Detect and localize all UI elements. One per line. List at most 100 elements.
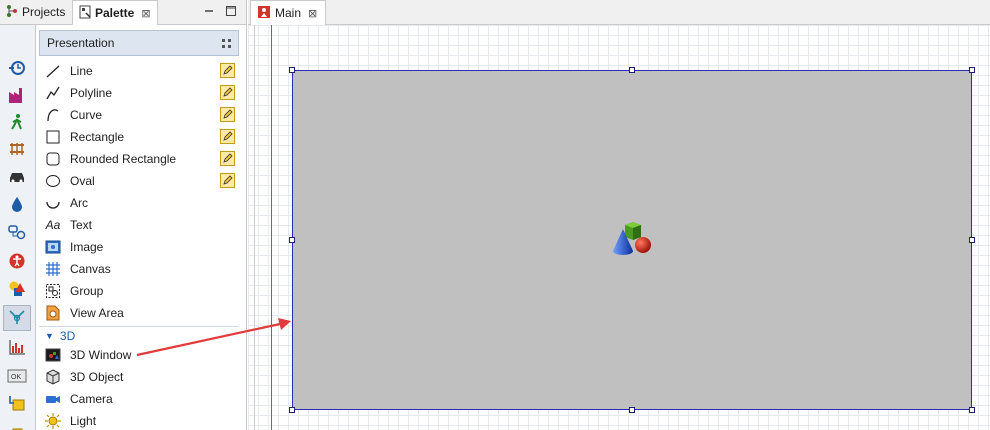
tab-projects[interactable]: Projects [0,0,72,24]
image-icon [45,239,61,255]
resize-handle-e[interactable] [969,237,975,243]
palette-item-canvas[interactable]: Canvas [36,258,242,280]
category-factory[interactable] [3,83,31,109]
palette-item-label: 3D Window [70,348,132,362]
palette-list: Presentation Line Polyline Curve Rectang… [36,25,246,430]
category-connectivity[interactable] [3,391,31,417]
tab-main[interactable]: Main ⊠ [250,0,326,25]
palette-item-label: Canvas [70,262,111,276]
palette-item-label: Oval [70,174,95,188]
palette-item-arc[interactable]: Arc [36,192,242,214]
palette-item-label: Rectangle [70,130,125,144]
palette-item-rounded-rectangle[interactable]: Rounded Rectangle [36,148,242,170]
road-traffic-icon [8,167,26,188]
3d-object-icon [45,369,61,385]
palette-item-view-area[interactable]: View Area [36,302,242,324]
palette-item-light[interactable]: Light [36,410,242,430]
category-pedestrian[interactable] [3,110,31,136]
pencil-icon[interactable] [220,173,235,188]
palette-item-polyline[interactable]: Polyline [36,82,242,104]
category-agent[interactable] [3,220,31,246]
analysis-icon [8,338,26,359]
category-fluid[interactable] [3,192,31,218]
resize-handle-ne[interactable] [969,67,975,73]
palette-item-label: Camera [70,392,113,406]
arc-icon [45,195,61,211]
palette-item-group[interactable]: Group [36,280,242,302]
pencil-icon[interactable] [220,85,235,100]
palette-item-text[interactable]: Aa Text [36,214,242,236]
palette-item-label: 3D Object [70,370,124,384]
rectangle-icon [45,129,61,145]
category-space-markup[interactable] [3,305,31,331]
pencil-icon[interactable] [220,107,235,122]
palette-item-label: Rounded Rectangle [70,152,177,166]
palette-item-oval[interactable]: Oval [36,170,242,192]
camera-icon [45,391,61,407]
view-area-icon [45,305,61,321]
resize-handle-se[interactable] [969,407,975,413]
resize-handle-w[interactable] [289,237,295,243]
controls-icon: OK [7,369,27,386]
projects-icon [6,4,18,21]
group-icon [45,283,61,299]
category-process-modeling[interactable] [3,56,31,82]
category-presentation[interactable] [3,277,31,303]
category-analysis[interactable] [3,335,31,361]
more-category-icon [8,426,26,430]
pencil-icon[interactable] [220,63,235,78]
text-icon: Aa [45,218,61,232]
category-accessibility[interactable] [3,249,31,275]
palette-item-camera[interactable]: Camera [36,388,242,410]
palette-section-header[interactable]: Presentation [39,30,239,56]
maximize-icon[interactable] [224,4,238,18]
palette-item-line[interactable]: Line [36,60,242,82]
close-icon[interactable]: ⊠ [141,7,150,20]
palette-item-curve[interactable]: Curve [36,104,242,126]
pencil-icon[interactable] [220,151,235,166]
process-modeling-icon [8,59,26,80]
accessibility-icon [8,252,26,273]
minimize-icon[interactable] [202,4,216,18]
pedestrian-icon [8,113,26,134]
palette-item-image[interactable]: Image [36,236,242,258]
category-road-traffic[interactable] [3,164,31,190]
canvas-origin-guide [254,25,255,430]
category-more[interactable] [3,420,31,430]
tab-palette[interactable]: Palette ⊠ [72,0,158,25]
presentation-icon [8,280,26,301]
palette-item-label: Line [70,64,93,78]
resize-handle-sw[interactable] [289,407,295,413]
palette-item-label: Polyline [70,86,113,100]
rail-icon [8,140,26,161]
3d-window-element[interactable] [292,70,972,410]
rounded-rectangle-icon [45,151,61,167]
polyline-icon [45,85,61,101]
category-rail[interactable] [3,137,31,163]
palette-item-rectangle[interactable]: Rectangle [36,126,242,148]
grid-view-icon[interactable] [221,38,232,52]
collapse-triangle-icon[interactable]: ▼ [45,331,54,341]
curve-icon [45,107,61,123]
resize-handle-n[interactable] [629,67,635,73]
resize-handle-nw[interactable] [289,67,295,73]
category-blank[interactable] [3,28,31,54]
category-controls[interactable]: OK [3,364,31,390]
palette-section-3d[interactable]: ▼ 3D [39,326,239,344]
space-markup-icon [8,308,26,329]
palette-section-title: Presentation [47,36,115,50]
palette-item-3d-object[interactable]: 3D Object [36,366,242,388]
resize-handle-s[interactable] [629,407,635,413]
pencil-icon[interactable] [220,129,235,144]
tab-palette-label: Palette [95,6,135,20]
close-icon[interactable]: ⊠ [308,7,317,20]
light-icon [45,413,61,429]
svg-text:OK: OK [11,374,21,381]
graphical-editor-canvas[interactable] [248,25,990,430]
palette-item-label: Group [70,284,104,298]
palette-item-3d-window[interactable]: 3D Window [36,344,242,366]
fluid-icon [8,195,26,216]
tab-projects-label: Projects [22,5,66,19]
canvas-origin-axis [271,25,272,430]
oval-icon [45,173,61,189]
